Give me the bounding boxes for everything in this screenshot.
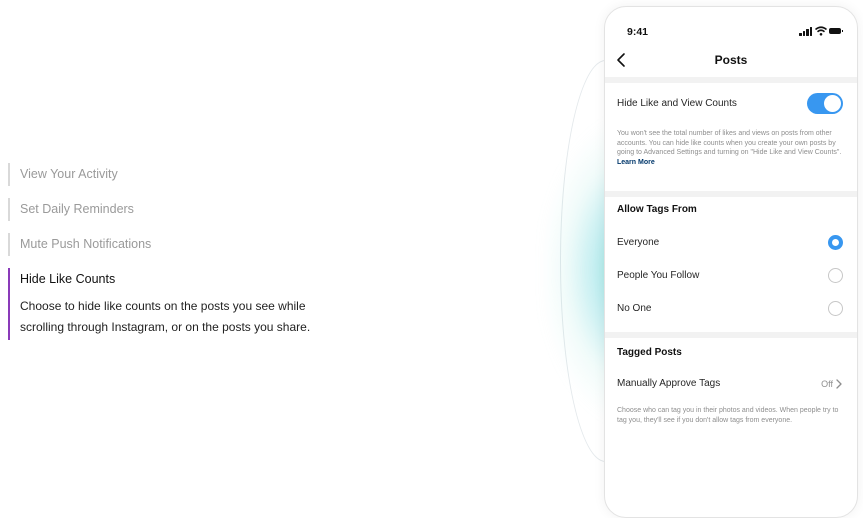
feature-label: Set Daily Reminders xyxy=(20,202,134,216)
radio-everyone[interactable] xyxy=(828,235,843,250)
status-icons xyxy=(799,26,843,37)
wifi-icon xyxy=(815,26,827,36)
feature-description: Choose to hide like counts on the posts … xyxy=(20,299,311,334)
hide-counts-note: You won't see the total number of likes … xyxy=(617,129,843,167)
allow-tags-heading: Allow Tags From xyxy=(617,204,697,215)
option-people-you-follow-label[interactable]: People You Follow xyxy=(617,270,699,281)
feature-item-view-activity[interactable]: View Your Activity xyxy=(8,163,368,186)
manually-approve-tags-value[interactable]: Off xyxy=(821,379,833,389)
phone-mockup: 9:41 Posts Hide Like and View Counts You… xyxy=(604,6,858,518)
feature-label: Mute Push Notifications xyxy=(20,237,152,251)
feature-item-mute-notifications[interactable]: Mute Push Notifications xyxy=(8,233,368,256)
status-bar: 9:41 xyxy=(605,7,857,45)
feature-label: View Your Activity xyxy=(20,167,118,181)
divider xyxy=(605,77,857,83)
option-everyone-label[interactable]: Everyone xyxy=(617,237,659,248)
divider xyxy=(605,191,857,197)
cellular-signal-icon xyxy=(799,27,813,36)
hide-counts-label: Hide Like and View Counts xyxy=(617,98,737,109)
status-time: 9:41 xyxy=(627,26,649,38)
toggle-knob xyxy=(824,95,841,112)
feature-list: View Your Activity Set Daily Reminders M… xyxy=(8,163,368,340)
feature-item-daily-reminders[interactable]: Set Daily Reminders xyxy=(8,198,368,221)
battery-icon xyxy=(829,28,843,34)
manually-approve-tags-label[interactable]: Manually Approve Tags xyxy=(617,378,720,389)
page-title: Posts xyxy=(714,53,748,67)
divider xyxy=(605,332,857,338)
tagged-posts-note: Choose who can tag you in their photos a… xyxy=(617,407,839,424)
tagged-posts-heading: Tagged Posts xyxy=(617,347,682,358)
learn-more-link[interactable]: Learn More xyxy=(617,159,655,166)
nav-bar: Posts xyxy=(605,45,857,77)
radio-no-one[interactable] xyxy=(828,301,843,316)
radio-people-you-follow[interactable] xyxy=(828,268,843,283)
chevron-right-icon[interactable] xyxy=(835,379,843,389)
hide-counts-note-text: You won't see the total number of likes … xyxy=(617,130,842,156)
feature-item-hide-like-counts[interactable]: Hide Like Counts Choose to hide like cou… xyxy=(8,268,368,340)
option-no-one-label[interactable]: No One xyxy=(617,303,651,314)
hide-counts-toggle[interactable] xyxy=(807,93,843,114)
feature-title: Hide Like Counts xyxy=(20,272,116,286)
